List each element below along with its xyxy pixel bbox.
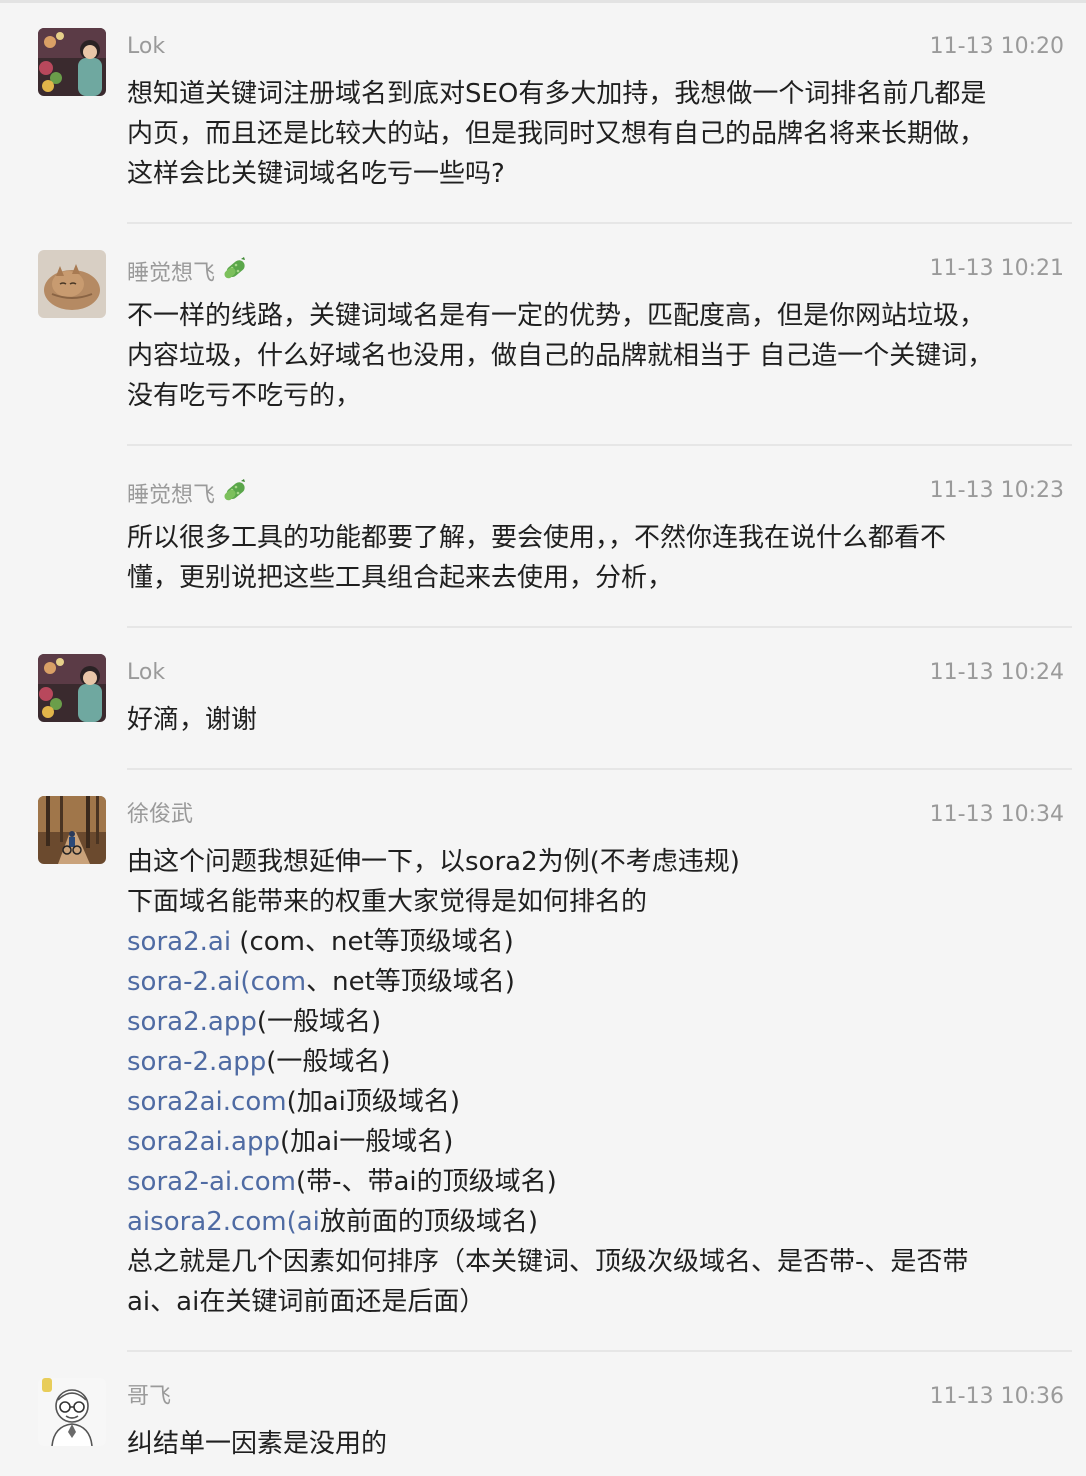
sender-label: 睡觉想飞 <box>127 483 216 508</box>
message-line: 想知道关键词注册域名到底对SEO有多大加持，我想做一个词排名前几都是 <box>127 79 987 109</box>
domain-note: (加ai一般域名) <box>279 1127 454 1157</box>
message-line: 好滴，谢谢 <box>127 705 258 735</box>
domain-line: sora2.app(一般域名) <box>127 1002 1067 1042</box>
message-time: 11-13 10:24 <box>929 660 1064 685</box>
sender-label: 睡觉想飞 <box>127 261 216 286</box>
domain-line: sora-2.ai(com、net等顶级域名) <box>127 962 1067 1002</box>
message-line: ai、ai在关键词前面还是后面） <box>127 1287 486 1317</box>
message-divider <box>127 768 1072 770</box>
domain-line: sora2ai.app(加ai一般域名) <box>127 1122 1067 1162</box>
sender-name[interactable]: Lok <box>127 658 165 688</box>
domain-link[interactable]: sora-2.ai(com <box>127 967 306 997</box>
avatar-ge-fei[interactable] <box>38 1378 106 1446</box>
message-divider <box>127 626 1072 628</box>
message-body: 纠结单一因素是没用的 <box>127 1424 1067 1464</box>
avatar-lok[interactable] <box>38 654 106 722</box>
domain-line: aisora2.com(ai放前面的顶级域名) <box>127 1202 1067 1242</box>
top-border <box>0 0 1086 3</box>
message-body: 不一样的线路，关键词域名是有一定的优势，匹配度高，但是你网站垃圾， 内容垃圾，什… <box>127 296 1067 416</box>
domain-link[interactable]: sora2.ai <box>127 927 231 957</box>
message-body: 所以很多工具的功能都要了解，要会使用，，不然你连我在说什么都看不 懂，更别说把这… <box>127 518 1067 598</box>
message-line: 这样会比关键词域名吃亏一些吗? <box>127 159 505 189</box>
avatar-image <box>38 796 106 864</box>
message-body: 由这个问题我想延伸一下，以sora2为例(不考虑违规) 下面域名能带来的权重大家… <box>127 842 1067 1322</box>
domain-link[interactable]: sora-2.app <box>127 1047 266 1077</box>
message-line: 懂，更别说把这些工具组合起来去使用，分析， <box>127 563 674 593</box>
message-line: 所以很多工具的功能都要了解，要会使用，，不然你连我在说什么都看不 <box>127 523 947 553</box>
avatar-xu-junwu[interactable] <box>38 796 106 864</box>
message-divider <box>127 1350 1072 1352</box>
sender-name[interactable]: 哥飞 <box>127 1382 171 1412</box>
message-line: 纠结单一因素是没用的 <box>127 1429 388 1459</box>
domain-link[interactable]: aisora2.com(ai <box>127 1207 320 1237</box>
domain-link[interactable]: sora2.app <box>127 1007 257 1037</box>
cucumber-badge-icon <box>221 476 251 515</box>
domain-line: sora2-ai.com(带-、带ai的顶级域名) <box>127 1162 1067 1202</box>
message-line: 总之就是几个因素如何排序（本关键词、顶级次级域名、是否带-、是否带 <box>127 1247 969 1277</box>
domain-line: sora2.ai (com、net等顶级域名) <box>127 922 1067 962</box>
message-time: 11-13 10:20 <box>929 34 1064 59</box>
domain-link[interactable]: sora2ai.app <box>127 1127 280 1157</box>
domain-note: 放前面的顶级域名) <box>319 1207 539 1237</box>
message-time: 11-13 10:34 <box>929 802 1064 827</box>
message-line: 由这个问题我想延伸一下，以sora2为例(不考虑违规) <box>127 847 740 877</box>
message-line: 不一样的线路，关键词域名是有一定的优势，匹配度高，但是你网站垃圾， <box>127 301 986 331</box>
avatar-lok[interactable] <box>38 28 106 96</box>
message-time: 11-13 10:23 <box>929 478 1064 503</box>
avatar-sleep-fly[interactable] <box>38 250 106 318</box>
avatar-image <box>38 1378 106 1446</box>
message-line: 下面域名能带来的权重大家觉得是如何排名的 <box>127 887 648 917</box>
avatar-image <box>38 654 106 722</box>
message-time: 11-13 10:21 <box>929 256 1064 281</box>
avatar-image <box>38 28 106 96</box>
message-line: 内容垃圾，什么好域名也没用，做自己的品牌就相当于 自己造一个关键词， <box>127 341 994 371</box>
domain-note: (带-、带ai的顶级域名) <box>295 1167 557 1197</box>
message-line: 内页，而且还是比较大的站，但是我同时又想有自己的品牌名将来长期做， <box>127 119 986 149</box>
domain-note: (com、net等顶级域名) <box>231 927 514 957</box>
domain-line: sora2ai.com(加ai顶级域名) <box>127 1082 1067 1122</box>
avatar-image <box>38 250 106 318</box>
domain-link[interactable]: sora2-ai.com <box>127 1167 296 1197</box>
sender-name[interactable]: 睡觉想飞 <box>127 476 251 515</box>
message-divider <box>127 222 1072 224</box>
cucumber-badge-icon <box>221 254 251 293</box>
sender-name[interactable]: Lok <box>127 32 165 62</box>
message-body: 想知道关键词注册域名到底对SEO有多大加持，我想做一个词排名前几都是 内页，而且… <box>127 74 1067 194</box>
message-line: 没有吃亏不吃亏的， <box>127 381 362 411</box>
domain-link[interactable]: sora2ai.com <box>127 1087 287 1117</box>
sender-name[interactable]: 徐俊武 <box>127 800 193 830</box>
domain-note: (一般域名) <box>266 1047 391 1077</box>
message-time: 11-13 10:36 <box>929 1384 1064 1409</box>
domain-note: 、net等顶级域名) <box>306 967 515 997</box>
sender-name[interactable]: 睡觉想飞 <box>127 254 251 293</box>
domain-note: (一般域名) <box>256 1007 382 1037</box>
message-body: 好滴，谢谢 <box>127 700 1067 740</box>
domain-note: (加ai顶级域名) <box>286 1087 461 1117</box>
domain-line: sora-2.app(一般域名) <box>127 1042 1067 1082</box>
message-divider <box>127 444 1072 446</box>
